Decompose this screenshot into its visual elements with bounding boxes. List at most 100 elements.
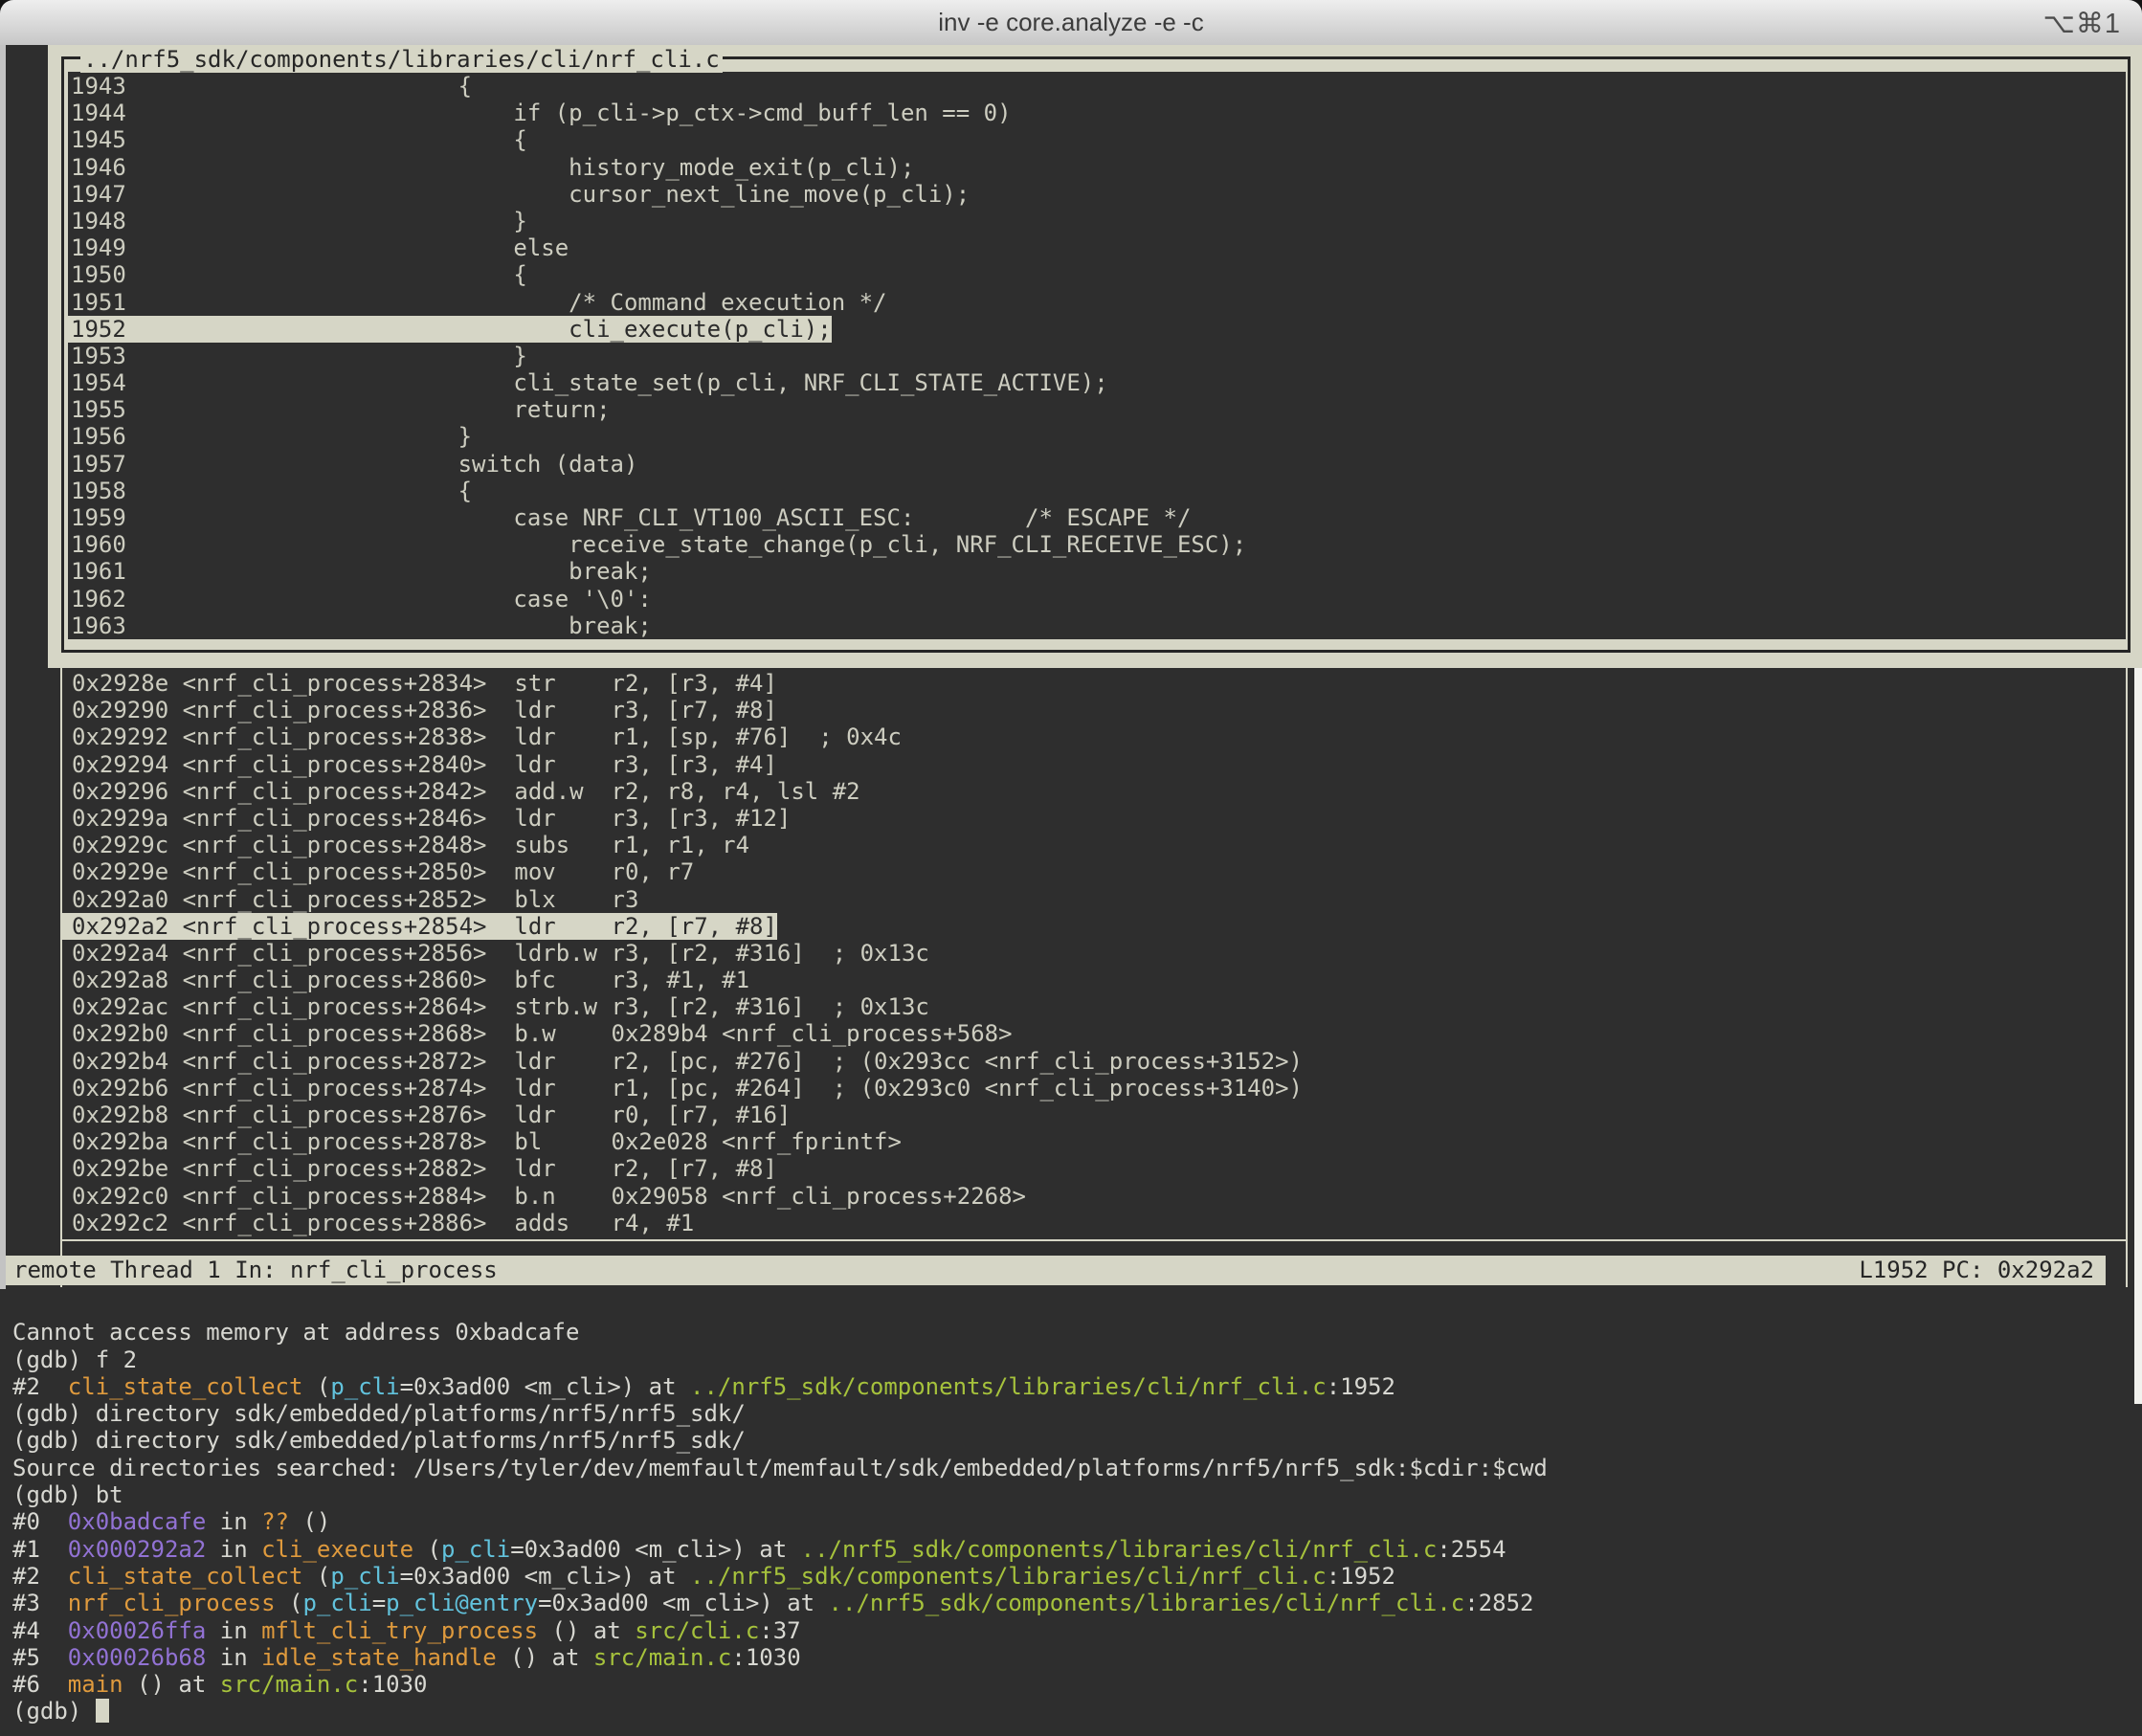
- disassembly-line: 0x29296 <nrf_cli_process+2842> add.w r2,…: [60, 778, 2126, 805]
- console-text: ??: [261, 1508, 289, 1535]
- source-line-text: 1959 case NRF_CLI_VT100_ASCII_ESC: /* ES…: [68, 504, 1191, 531]
- console-text: ../nrf5_sdk/components/libraries/cli/nrf…: [829, 1590, 1465, 1616]
- console-text: main: [68, 1671, 123, 1698]
- disassembly-line-text: 0x292b6 <nrf_cli_process+2874> ldr r1, […: [60, 1075, 1303, 1102]
- source-pane-border-line: [2128, 56, 2131, 652]
- terminal-cursor[interactable]: [96, 1699, 109, 1723]
- disassembly-line-text: 0x292a8 <nrf_cli_process+2860> bfc r3, #…: [60, 967, 749, 993]
- source-line-text: 1958 {: [68, 478, 472, 504]
- source-line: 1957 switch (data): [68, 451, 2126, 478]
- console-text: #2: [12, 1563, 68, 1590]
- window-left-edge: [0, 45, 6, 1289]
- console-text: src/main.c: [593, 1644, 732, 1671]
- source-line: 1956 }: [68, 423, 2126, 450]
- disassembly-line: 0x292a0 <nrf_cli_process+2852> blx r3: [60, 886, 2126, 913]
- console-text: #3: [12, 1590, 68, 1616]
- console-text: nrf_cli_process: [68, 1590, 276, 1616]
- console-line: Source directories searched: /Users/tyle…: [12, 1455, 2128, 1481]
- console-text: #1: [12, 1536, 68, 1563]
- console-text: :1030: [731, 1644, 800, 1671]
- source-line: >1952 cli_execute(p_cli);: [68, 316, 2126, 343]
- console-text: () at: [538, 1617, 635, 1644]
- status-bar: remote Thread 1 In: nrf_cli_process L195…: [6, 1256, 2106, 1285]
- disassembly-line-text: 0x292a0 <nrf_cli_process+2852> blx r3: [60, 886, 638, 913]
- console-line: #6 main () at src/main.c:1030: [12, 1671, 2128, 1698]
- disassembly-line: 0x292a8 <nrf_cli_process+2860> bfc r3, #…: [60, 967, 2126, 993]
- source-line-text: 1949 else: [68, 234, 569, 261]
- source-line-text: 1954 cli_state_set(p_cli, NRF_CLI_STATE_…: [68, 369, 1108, 396]
- disassembly-line-text: 0x2929c <nrf_cli_process+2848> subs r1, …: [60, 832, 749, 858]
- disassembly-line-text: 0x29294 <nrf_cli_process+2840> ldr r3, […: [60, 751, 777, 778]
- console-text: Source directories searched: /Users/tyle…: [12, 1455, 1548, 1481]
- source-line-text: 1947 cursor_next_line_move(p_cli);: [68, 181, 970, 208]
- console-line: #0 0x0badcafe in ?? (): [12, 1508, 2128, 1535]
- console-text: idle_state_handle: [261, 1644, 497, 1671]
- console-text: 0x00026b68: [68, 1644, 207, 1671]
- source-line: 1963 break;: [68, 612, 2126, 639]
- source-line-text: 1948 }: [68, 208, 527, 234]
- disassembly-line-text: 0x292c0 <nrf_cli_process+2884> b.n 0x290…: [60, 1183, 1026, 1210]
- console-text: ../nrf5_sdk/components/libraries/cli/nrf…: [690, 1563, 1327, 1590]
- console-line: Cannot access memory at address 0xbadcaf…: [12, 1319, 2128, 1346]
- source-line: 1959 case NRF_CLI_VT100_ASCII_ESC: /* ES…: [68, 504, 2126, 531]
- disassembly-line-text: 0x292ba <nrf_cli_process+2878> bl 0x2e02…: [60, 1128, 902, 1155]
- console-text: =0x3ad00 <m_cli>) at: [400, 1563, 690, 1590]
- source-line: 1960 receive_state_change(p_cli, NRF_CLI…: [68, 531, 2126, 558]
- source-line: 1955 return;: [68, 396, 2126, 423]
- console-text: (: [302, 1563, 330, 1590]
- source-line-text: 1943 {: [68, 73, 472, 100]
- disassembly-line: 0x2928e <nrf_cli_process+2834> str r2, […: [60, 670, 2126, 697]
- disassembly-line-text: 0x292a2 <nrf_cli_process+2854> ldr r2, […: [60, 913, 777, 940]
- console-text: cli_state_collect: [68, 1373, 303, 1400]
- disassembly-line-text: 0x2929e <nrf_cli_process+2850> mov r0, r…: [60, 858, 694, 885]
- source-pane-border-bottom: [48, 639, 2142, 668]
- source-line-text: 1956 }: [68, 423, 472, 450]
- gdb-console[interactable]: Cannot access memory at address 0xbadcaf…: [12, 1292, 2128, 1725]
- disassembly-line-text: 0x29290 <nrf_cli_process+2836> ldr r3, […: [60, 697, 777, 723]
- console-line: #3 nrf_cli_process (p_cli=p_cli@entry=0x…: [12, 1590, 2128, 1616]
- console-text: (gdb): [12, 1698, 96, 1725]
- window-titlebar[interactable]: inv -e core.analyze -e -c ⌥⌘1: [0, 0, 2142, 46]
- asm-pane-border-right: [2126, 668, 2128, 1287]
- source-line-text: 1952 cli_execute(p_cli);: [68, 316, 832, 343]
- console-text: p_cli@entry: [386, 1590, 538, 1616]
- console-text: :2852: [1464, 1590, 1533, 1616]
- console-text: src/cli.c: [635, 1617, 759, 1644]
- console-text: :1030: [358, 1671, 427, 1698]
- console-text: ../nrf5_sdk/components/libraries/cli/nrf…: [690, 1373, 1327, 1400]
- console-text: =0x3ad00 <m_cli>) at: [510, 1536, 800, 1563]
- source-line-text: 1961 break;: [68, 558, 652, 585]
- console-line: #2 cli_state_collect (p_cli=0x3ad00 <m_c…: [12, 1373, 2128, 1400]
- console-text: in: [206, 1617, 261, 1644]
- console-text: in: [206, 1508, 261, 1535]
- console-text: src/main.c: [220, 1671, 359, 1698]
- console-text: 0x000292a2: [68, 1536, 207, 1563]
- console-line: #2 cli_state_collect (p_cli=0x3ad00 <m_c…: [12, 1563, 2128, 1590]
- source-line: 1944 if (p_cli->p_ctx->cmd_buff_len == 0…: [68, 100, 2126, 126]
- console-text: p_cli: [302, 1590, 371, 1616]
- console-line: #5 0x00026b68 in idle_state_handle () at…: [12, 1644, 2128, 1671]
- disassembly-line: 0x292b0 <nrf_cli_process+2868> b.w 0x289…: [60, 1020, 2126, 1047]
- disassembly-line: 0x292b4 <nrf_cli_process+2872> ldr r2, […: [60, 1048, 2126, 1075]
- status-thread-info: remote Thread 1 In: nrf_cli_process: [13, 1256, 498, 1285]
- console-text: cli_state_collect: [68, 1563, 303, 1590]
- console-line: #1 0x000292a2 in cli_execute (p_cli=0x3a…: [12, 1536, 2128, 1563]
- terminal-window: inv -e core.analyze -e -c ⌥⌘1 ../nrf5_sd…: [0, 0, 2142, 1736]
- scrollbar-track[interactable]: [2134, 657, 2142, 1404]
- disassembly-line-text: 0x29292 <nrf_cli_process+2838> ldr r1, […: [60, 723, 902, 750]
- disassembly-line-text: 0x2928e <nrf_cli_process+2834> str r2, […: [60, 670, 777, 697]
- source-line: 1962 case '\0':: [68, 586, 2126, 612]
- console-text: #6: [12, 1671, 68, 1698]
- console-text: :1952: [1327, 1563, 1395, 1590]
- disassembly-line: 0x29292 <nrf_cli_process+2838> ldr r1, […: [60, 723, 2126, 750]
- console-line: [12, 1292, 2128, 1319]
- console-text: () at: [497, 1644, 593, 1671]
- source-line: 1946 history_mode_exit(p_cli);: [68, 154, 2126, 181]
- source-line: 1961 break;: [68, 558, 2126, 585]
- console-text: =0x3ad00 <m_cli>) at: [538, 1590, 828, 1616]
- source-line: 1947 cursor_next_line_move(p_cli);: [68, 181, 2126, 208]
- source-line-text: 1945 {: [68, 126, 527, 153]
- console-text: =: [372, 1590, 386, 1616]
- console-text: p_cli: [330, 1563, 399, 1590]
- source-line: 1951 /* Command execution */: [68, 289, 2126, 316]
